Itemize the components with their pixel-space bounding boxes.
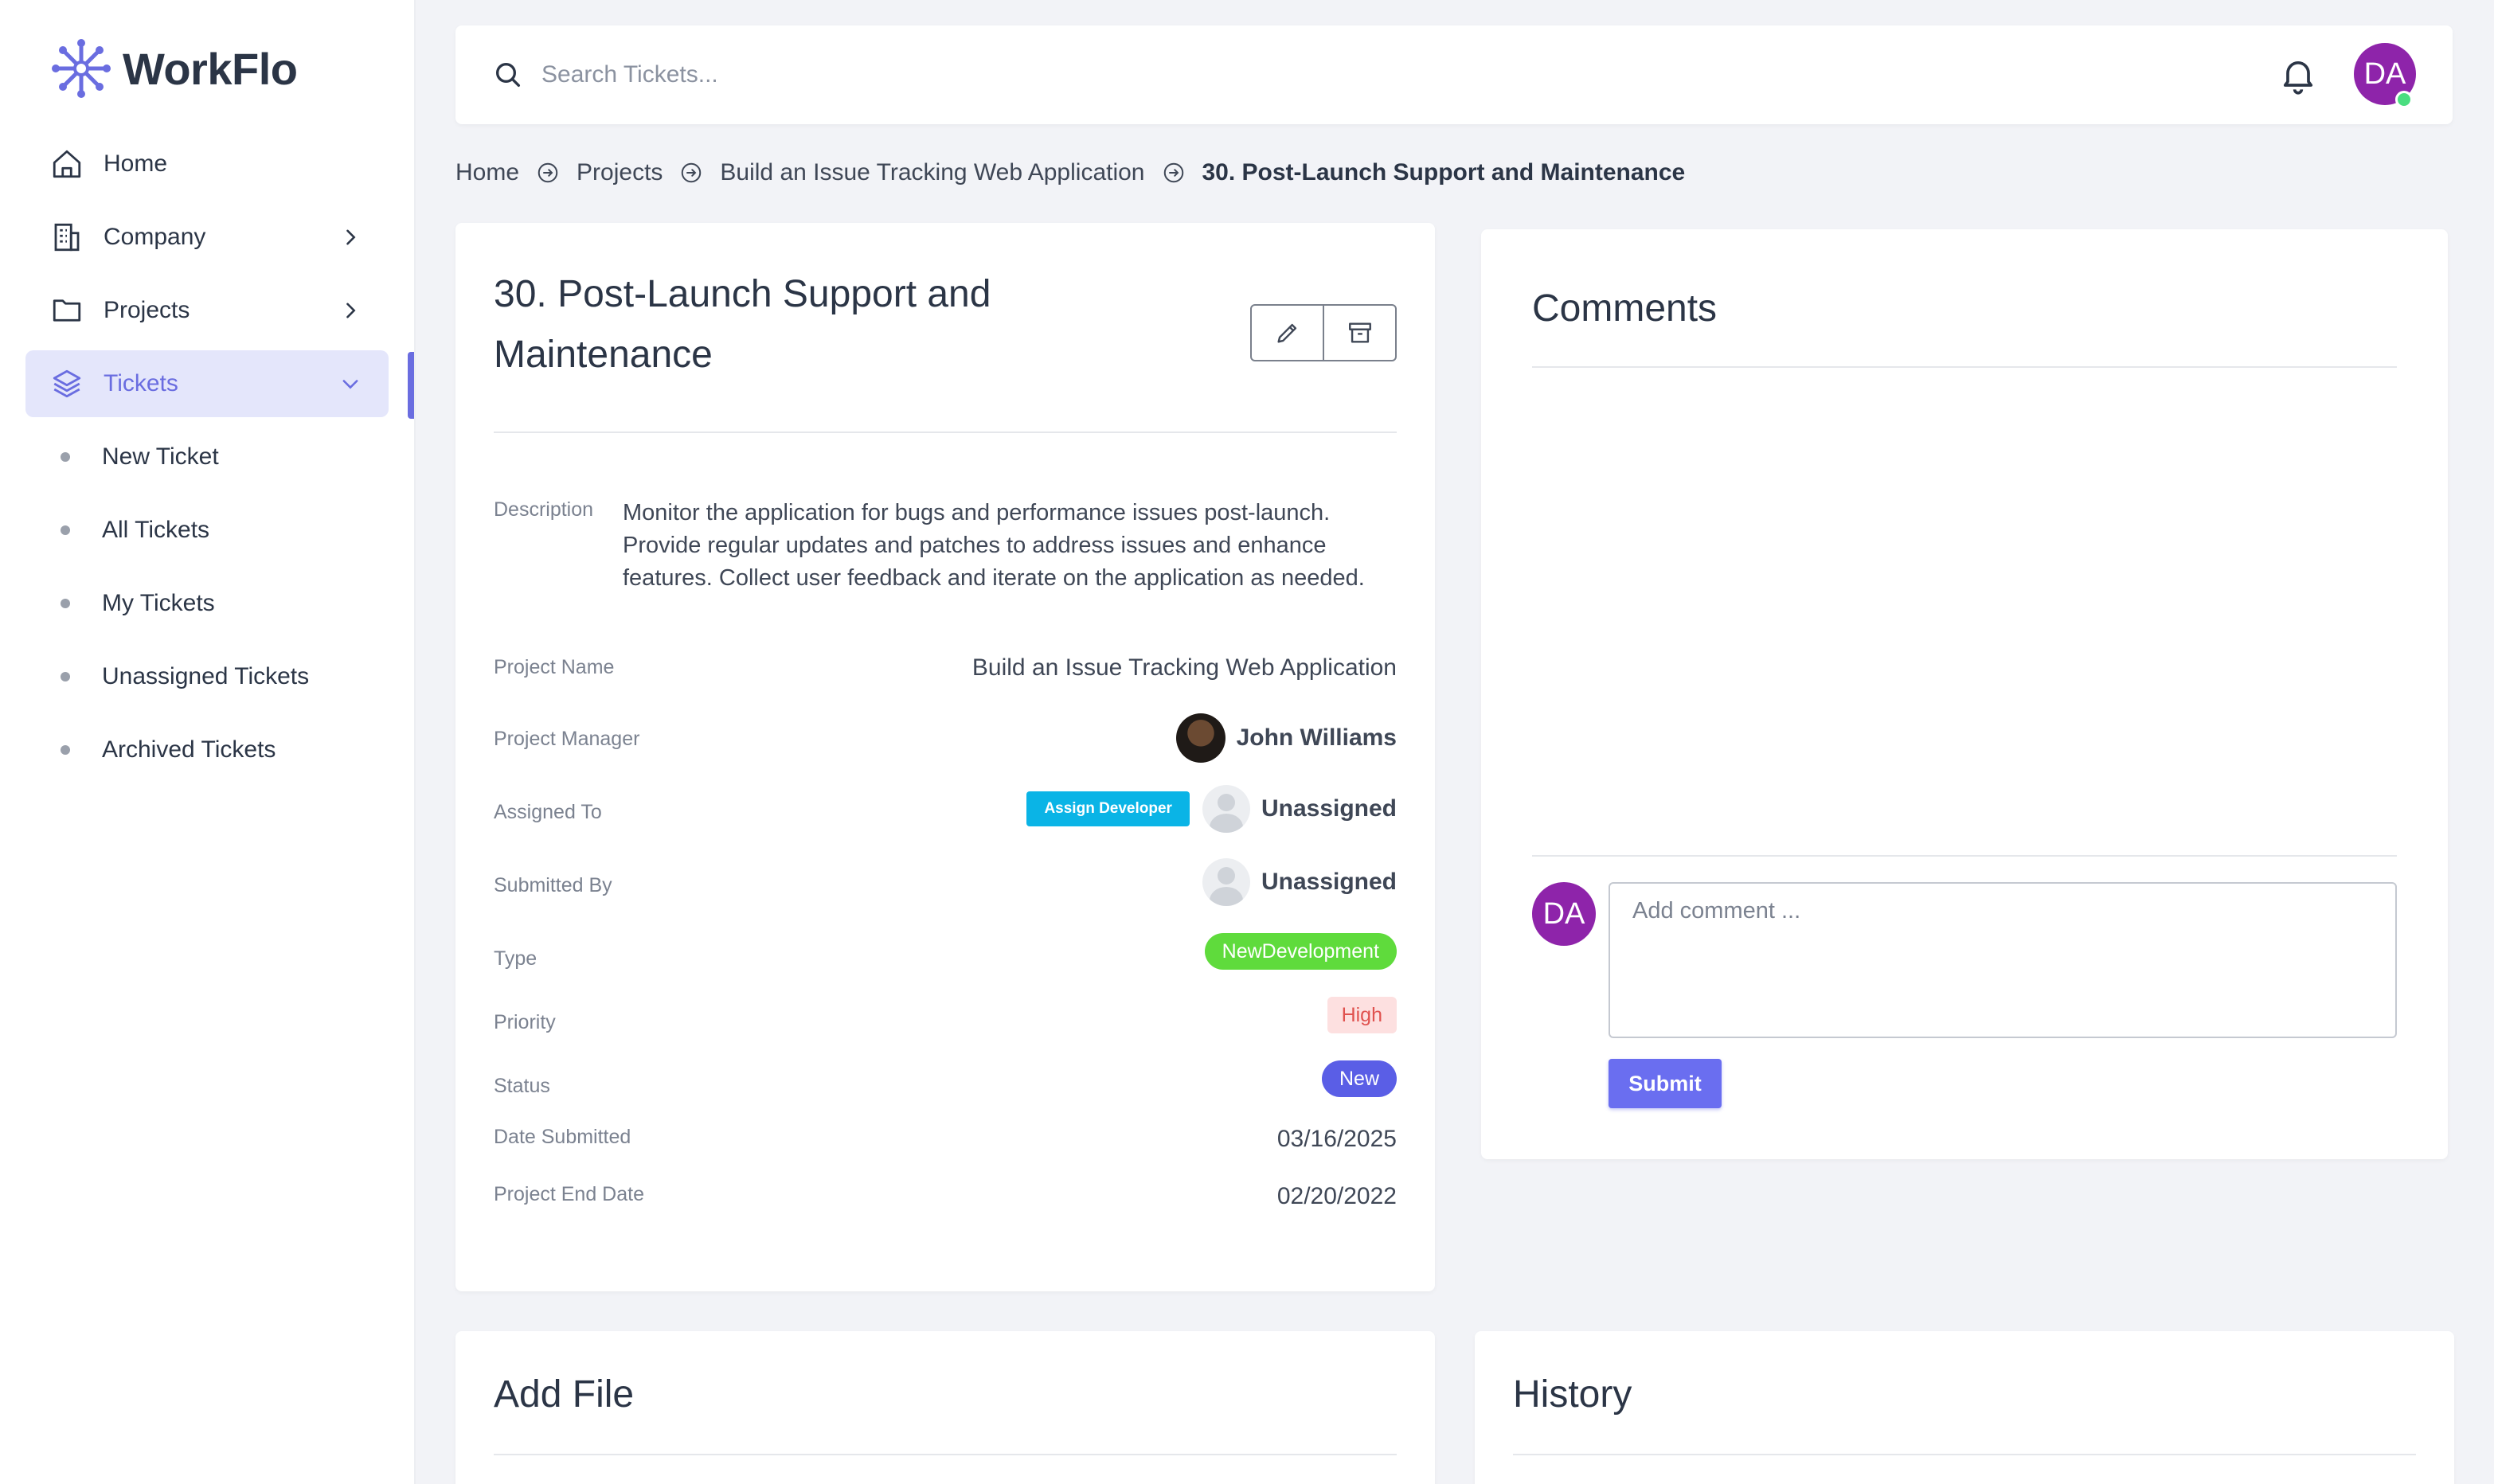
arrow-right-circle-icon: [678, 160, 704, 186]
bullet-icon: [61, 672, 70, 681]
archive-button[interactable]: [1323, 306, 1395, 360]
sidebar-item-label: Company: [104, 224, 206, 250]
comment-input[interactable]: [1609, 882, 2397, 1038]
priority-badge: High: [1327, 997, 1397, 1033]
chevron-right-icon: [336, 223, 365, 252]
status-label: Status: [494, 1075, 550, 1097]
submitted-by-value: Unassigned: [1261, 869, 1397, 895]
project-manager: John Williams: [1175, 713, 1397, 763]
bullet-icon: [61, 525, 70, 535]
edit-button[interactable]: [1252, 306, 1323, 360]
breadcrumb-home[interactable]: Home: [455, 159, 519, 186]
description-text: Monitor the application for bugs and per…: [623, 500, 1365, 591]
project-manager-name: John Williams: [1236, 724, 1397, 751]
sidebar-item-label: Tickets: [104, 370, 178, 396]
sidebar-item-label: Projects: [104, 297, 190, 323]
breadcrumb-projects[interactable]: Projects: [577, 159, 663, 186]
folder-icon: [48, 291, 86, 330]
divider: [1513, 1454, 2416, 1455]
sidebar-subitem-label: New Ticket: [102, 443, 219, 470]
project-name-value[interactable]: Build an Issue Tracking Web Application: [972, 654, 1397, 681]
project-end-date-value: 02/20/2022: [1276, 1183, 1397, 1209]
sidebar-item-tickets[interactable]: Tickets: [25, 350, 389, 417]
online-status-indicator: [2395, 91, 2413, 108]
arrow-right-circle-icon: [535, 160, 561, 186]
sidebar-item-home[interactable]: Home: [25, 131, 389, 197]
sidebar-item-label: Home: [104, 150, 168, 177]
breadcrumb-current: 30. Post-Launch Support and Maintenance: [1202, 159, 1686, 186]
ticket-actions: [1250, 304, 1397, 361]
user-placeholder-icon: [1202, 858, 1250, 906]
sidebar-item-projects[interactable]: Projects: [25, 277, 389, 344]
archive-icon: [1348, 322, 1371, 343]
comments-title: Comments: [1532, 287, 1718, 330]
sidebar-subitem-label: My Tickets: [102, 590, 215, 616]
description-label: Description: [494, 498, 594, 521]
submitted-by: Unassigned: [1202, 858, 1397, 906]
pencil-icon: [1276, 323, 1296, 343]
assigned-to-value: Unassigned: [1261, 795, 1397, 822]
building-icon: [48, 218, 86, 256]
type-label: Type: [494, 947, 538, 970]
layers-icon: [48, 365, 86, 403]
project-manager-avatar: [1175, 713, 1226, 763]
brand-logo[interactable]: WorkFlo: [51, 38, 298, 99]
divider: [1532, 855, 2397, 857]
sidebar-subitem-my-tickets[interactable]: My Tickets: [61, 580, 215, 627]
comments-card: Comments DA Submit: [1481, 229, 2448, 1159]
assigned-to: Assign Developer Unassigned: [1026, 785, 1397, 833]
priority-label: Priority: [494, 1011, 556, 1033]
project-name-label: Project Name: [494, 656, 615, 678]
chevron-right-icon: [336, 296, 365, 325]
search-icon[interactable]: [492, 59, 524, 91]
home-icon: [48, 145, 86, 183]
date-submitted-value: 03/16/2025: [1276, 1126, 1397, 1152]
active-indicator: [408, 352, 414, 419]
ticket-title: 30. Post-Launch Support and Maintenance: [494, 273, 991, 376]
assign-developer-button[interactable]: Assign Developer: [1026, 791, 1190, 826]
top-bar: DA: [455, 25, 2453, 124]
sidebar-subitem-label: Unassigned Tickets: [102, 663, 310, 689]
search-input[interactable]: [541, 49, 1497, 100]
bell-icon[interactable]: [2277, 54, 2319, 96]
assigned-to-label: Assigned To: [494, 801, 602, 823]
submit-comment-button[interactable]: Submit: [1609, 1059, 1722, 1108]
sidebar: WorkFlo Home Company Projects Tickets Ne…: [0, 0, 416, 1484]
status-badge: New: [1321, 1060, 1397, 1097]
date-submitted-label: Date Submitted: [494, 1126, 631, 1148]
chevron-down-icon: [336, 369, 365, 398]
user-placeholder-icon: [1202, 785, 1250, 833]
breadcrumb-project[interactable]: Build an Issue Tracking Web Application: [720, 159, 1144, 186]
brand-name: WorkFlo: [123, 43, 298, 94]
sidebar-subitem-archived-tickets[interactable]: Archived Tickets: [61, 726, 276, 774]
ticket-details-card: 30. Post-Launch Support and Maintenance …: [455, 223, 1435, 1291]
breadcrumb: Home Projects Build an Issue Tracking We…: [455, 159, 1685, 186]
sidebar-subitem-unassigned-tickets[interactable]: Unassigned Tickets: [61, 653, 309, 701]
sidebar-subitem-label: All Tickets: [102, 517, 210, 543]
sidebar-item-company[interactable]: Company: [25, 204, 389, 271]
bullet-icon: [61, 745, 70, 755]
comment-user-avatar: DA: [1532, 882, 1596, 946]
bullet-icon: [61, 452, 70, 462]
divider: [494, 1454, 1397, 1455]
workflo-logo-icon: [52, 39, 111, 98]
submitted-by-label: Submitted By: [494, 874, 612, 896]
project-end-date-label: Project End Date: [494, 1183, 644, 1205]
project-manager-label: Project Manager: [494, 728, 640, 750]
sidebar-subitem-all-tickets[interactable]: All Tickets: [61, 506, 209, 554]
sidebar-subitem-new-ticket[interactable]: New Ticket: [61, 433, 219, 481]
arrow-right-circle-icon: [1161, 160, 1186, 186]
bullet-icon: [61, 599, 70, 608]
history-title: History: [1513, 1373, 1632, 1416]
history-card: History: [1475, 1331, 2454, 1484]
divider: [1532, 366, 2397, 368]
divider: [494, 432, 1397, 433]
add-file-card: Add File: [455, 1331, 1435, 1484]
type-badge: NewDevelopment: [1204, 933, 1397, 970]
add-file-title: Add File: [494, 1373, 635, 1416]
sidebar-subitem-label: Archived Tickets: [102, 736, 276, 763]
